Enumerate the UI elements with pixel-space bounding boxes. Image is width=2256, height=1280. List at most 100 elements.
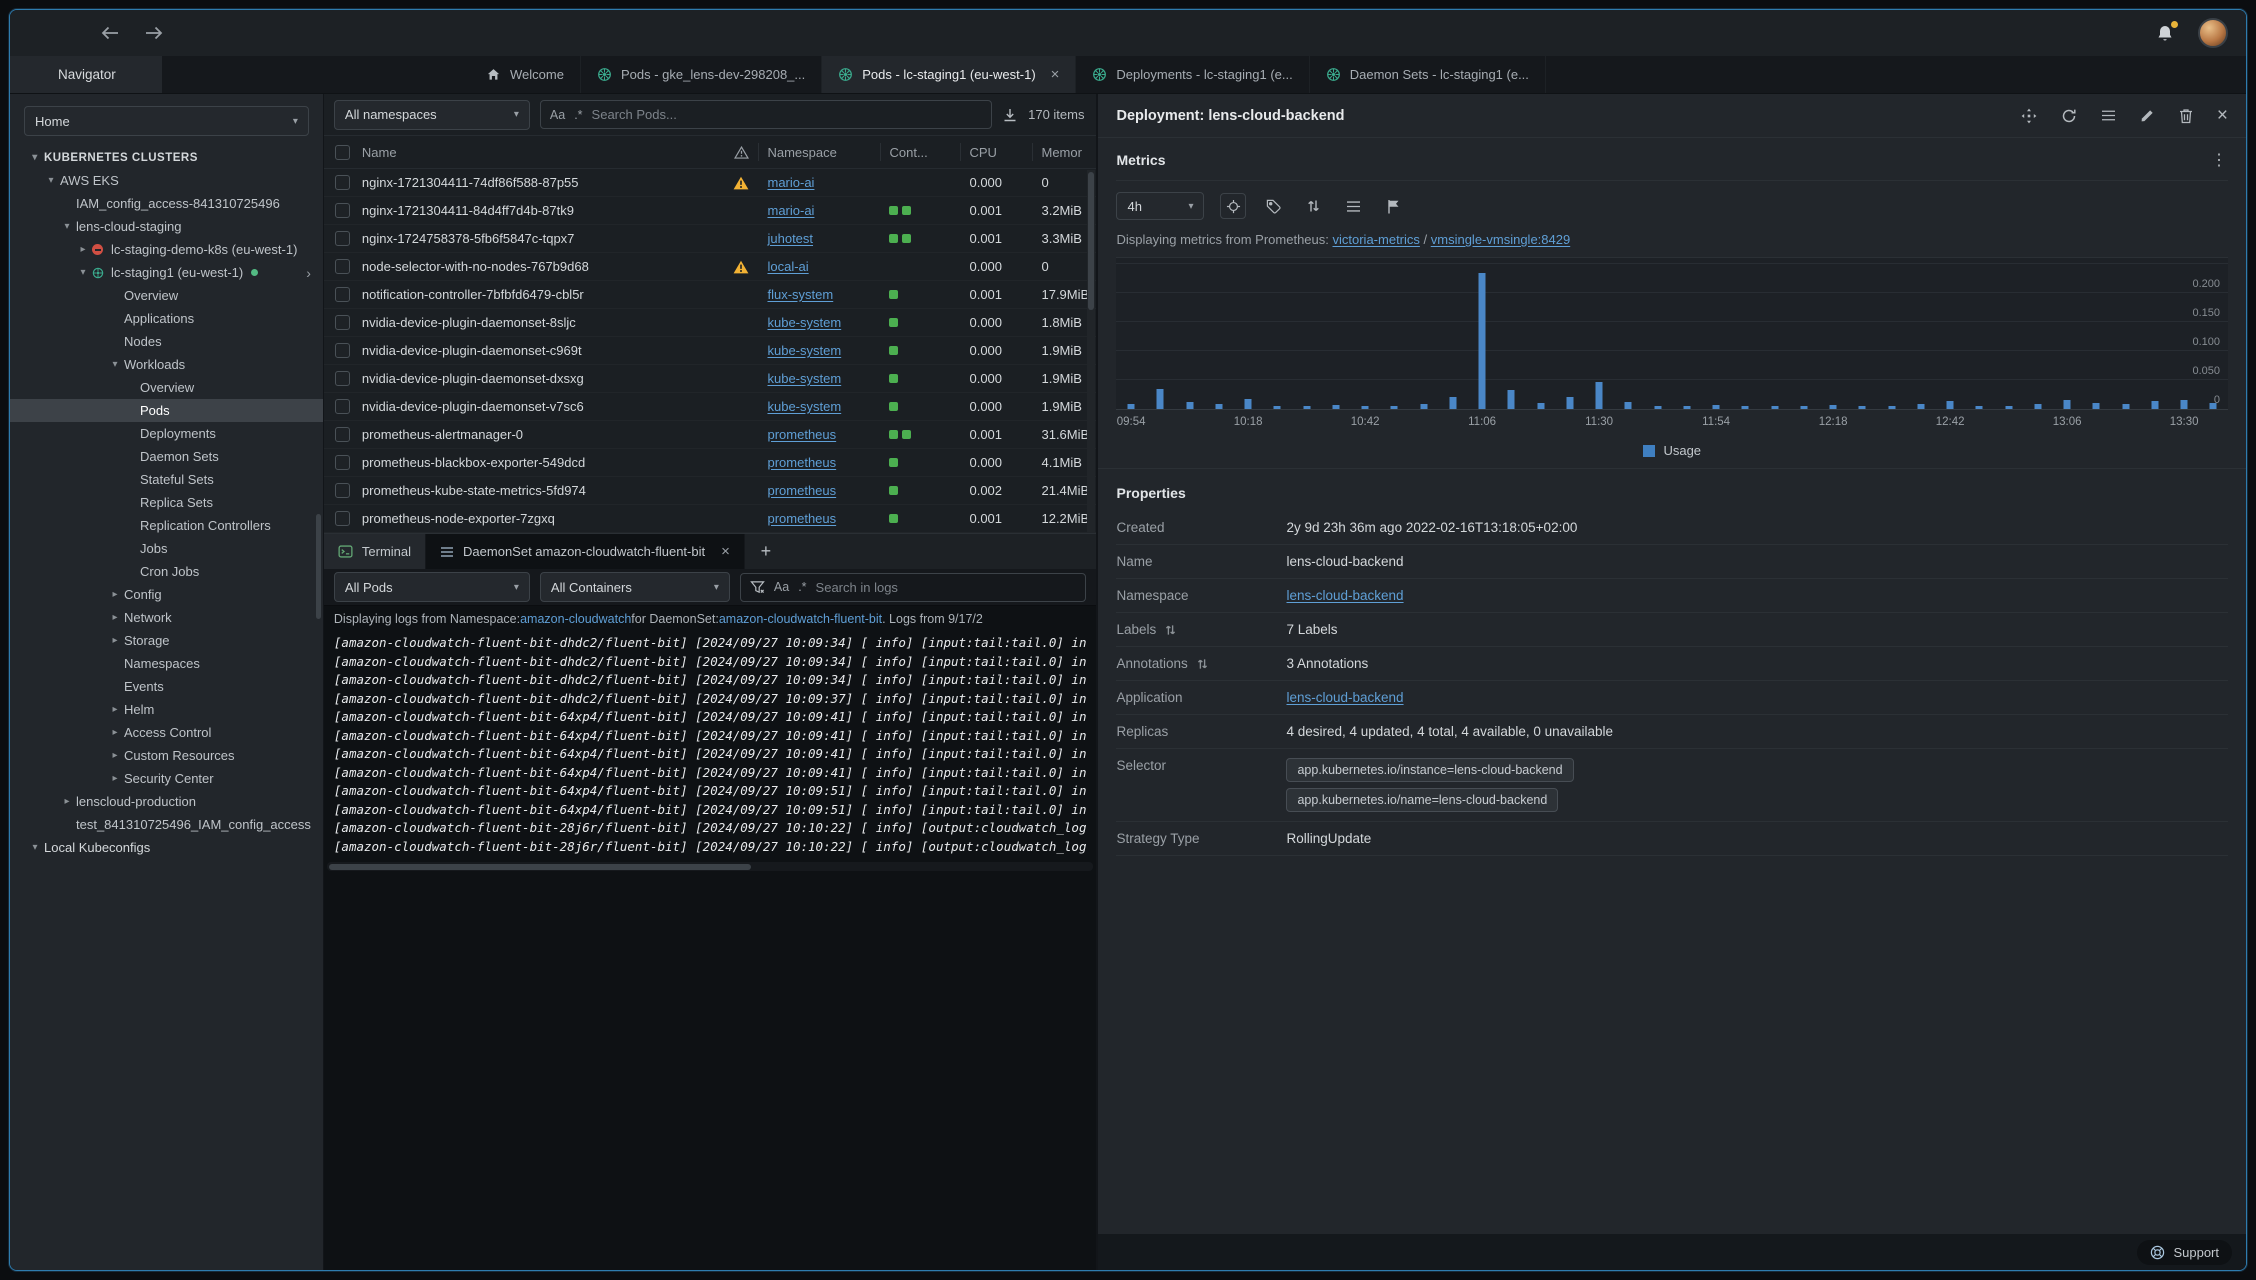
detach-panel-icon[interactable] bbox=[2021, 108, 2037, 124]
row-checkbox[interactable] bbox=[335, 371, 351, 386]
close-icon[interactable]: × bbox=[2217, 106, 2228, 125]
namespace-filter-select[interactable]: All namespaces ▾ bbox=[333, 99, 530, 130]
namespace-link[interactable]: kube-system bbox=[767, 399, 841, 414]
sidebar-item-kubernetes-clusters[interactable]: ▾ KUBERNETES CLUSTERS bbox=[10, 146, 323, 169]
sort-icon[interactable] bbox=[1197, 658, 1208, 670]
table-row[interactable]: node-selector-with-no-nodes-767b9d68 loca… bbox=[323, 253, 1097, 281]
column-namespace[interactable]: Namespace bbox=[758, 143, 880, 161]
table-row[interactable]: prometheus-node-exporter-7zgxq prometheus… bbox=[323, 505, 1097, 533]
kebab-menu-icon[interactable]: ⋮ bbox=[2211, 150, 2228, 170]
table-row[interactable]: nvidia-device-plugin-daemonset-v7sc6 kube… bbox=[323, 393, 1097, 421]
cpu-usage-chart[interactable]: 0.2500.2000.1500.1000.0500 bbox=[1116, 258, 2228, 410]
table-row[interactable]: nginx-1724758378-5fb6f5847c-tqpx7 juhotes… bbox=[323, 225, 1097, 253]
sidebar-item-pods[interactable]: Pods bbox=[10, 399, 323, 422]
sidebar-item-access-control[interactable]: ▸ Access Control bbox=[10, 721, 323, 744]
notifications-bell-icon[interactable] bbox=[2156, 20, 2178, 43]
namespace-link[interactable]: prometheus bbox=[767, 455, 836, 470]
tab-welcome[interactable]: Welcome bbox=[470, 56, 581, 93]
sidebar-item-security-center[interactable]: ▸ Security Center bbox=[10, 767, 323, 790]
user-avatar[interactable] bbox=[2198, 18, 2228, 48]
row-checkbox[interactable] bbox=[335, 231, 351, 246]
namespace-link[interactable]: kube-system bbox=[767, 371, 841, 386]
row-checkbox[interactable] bbox=[335, 287, 351, 302]
pod-filter-select[interactable]: All Pods ▾ bbox=[333, 572, 530, 602]
sidebar-item-aws-eks[interactable]: ▾ AWS EKS bbox=[10, 169, 323, 192]
refresh-icon[interactable] bbox=[2061, 108, 2077, 124]
namespace-link[interactable]: flux-system bbox=[767, 287, 833, 302]
sidebar-item-nodes[interactable]: Nodes bbox=[10, 330, 323, 353]
sidebar-item-cron-jobs[interactable]: Cron Jobs bbox=[10, 560, 323, 583]
table-row[interactable]: nginx-1721304411-74df86f588-87p55 mario-a… bbox=[323, 169, 1097, 197]
sidebar-item-lc-staging1-eu-west-1[interactable]: ▾ lc-staging1 (eu-west-1) › bbox=[10, 261, 323, 284]
regex-toggle[interactable]: .* bbox=[574, 108, 582, 122]
tab-daemon-sets-lc-staging1-e[interactable]: Daemon Sets - lc-staging1 (e... bbox=[1310, 56, 1546, 93]
sidebar-item-jobs[interactable]: Jobs bbox=[10, 537, 323, 560]
regex-toggle[interactable]: .* bbox=[798, 580, 806, 594]
log-output[interactable]: [amazon-cloudwatch-fluent-bit-dhdc2/flue… bbox=[324, 632, 1097, 860]
sidebar-item-storage[interactable]: ▸ Storage bbox=[10, 629, 323, 652]
column-containers[interactable]: Cont... bbox=[880, 143, 960, 161]
support-button[interactable]: Support bbox=[2137, 1239, 2232, 1265]
tab-pods-lc-staging1-eu-west-1[interactable]: Pods - lc-staging1 (eu-west-1) × bbox=[822, 56, 1077, 93]
sidebar-item-overview[interactable]: Overview bbox=[10, 376, 323, 399]
table-row[interactable]: prometheus-blackbox-exporter-549dcd prome… bbox=[323, 449, 1097, 477]
new-dock-tab-button[interactable]: + bbox=[745, 534, 787, 569]
namespace-link[interactable]: mario-ai bbox=[767, 175, 814, 190]
sidebar-item-local-kubeconfigs[interactable]: ▾ Local Kubeconfigs bbox=[10, 836, 323, 859]
table-row[interactable]: notification-controller-7bfbfd6479-cbl5r… bbox=[323, 281, 1097, 309]
sidebar-item-namespaces[interactable]: Namespaces bbox=[10, 652, 323, 675]
property-link[interactable]: lens-cloud-backend bbox=[1286, 588, 1403, 603]
sidebar-item-overview[interactable]: Overview bbox=[10, 284, 323, 307]
close-tab-icon[interactable]: × bbox=[1051, 67, 1060, 82]
table-row[interactable]: nvidia-device-plugin-daemonset-dxsxg kube… bbox=[323, 365, 1097, 393]
crosshair-icon[interactable] bbox=[1220, 193, 1247, 219]
namespace-link[interactable]: prometheus bbox=[767, 483, 836, 498]
container-filter-select[interactable]: All Containers ▾ bbox=[539, 572, 730, 602]
namespace-link[interactable]: amazon-cloudwatch bbox=[520, 612, 631, 626]
table-row[interactable]: nginx-1721304411-84d4ff7d4b-87tk9 mario-a… bbox=[323, 197, 1097, 225]
match-case-toggle[interactable]: Aa bbox=[550, 108, 565, 122]
sidebar-item-events[interactable]: Events bbox=[10, 675, 323, 698]
sidebar-item-lc-staging-demo-k8s-eu-west-1[interactable]: ▸ lc-staging-demo-k8s (eu-west-1) bbox=[10, 238, 323, 261]
row-checkbox[interactable] bbox=[335, 203, 351, 218]
close-tab-icon[interactable]: × bbox=[721, 543, 730, 560]
logs-horizontal-scrollbar[interactable] bbox=[326, 862, 1094, 871]
row-checkbox[interactable] bbox=[335, 483, 351, 498]
tab-pods-gke-lens-dev-298208[interactable]: Pods - gke_lens-dev-298208_... bbox=[581, 56, 823, 93]
prometheus-endpoint-link[interactable]: vmsingle-vmsingle:8429 bbox=[1431, 232, 1570, 247]
sidebar-item-lenscloud-production[interactable]: ▸ lenscloud-production bbox=[10, 790, 323, 813]
row-checkbox[interactable] bbox=[335, 259, 351, 274]
table-row[interactable]: prometheus-alertmanager-0 prometheus 0.001… bbox=[323, 421, 1097, 449]
select-all-checkbox[interactable] bbox=[335, 144, 351, 160]
namespace-link[interactable]: prometheus bbox=[767, 427, 836, 442]
filter-funnel-icon[interactable] bbox=[750, 580, 765, 594]
sort-icon[interactable] bbox=[1300, 193, 1326, 219]
download-icon[interactable] bbox=[1002, 107, 1018, 123]
sidebar-item-workloads[interactable]: ▾ Workloads bbox=[10, 353, 323, 376]
sidebar-item-lens-cloud-staging[interactable]: ▾ lens-cloud-staging bbox=[10, 215, 323, 238]
dock-tab-daemonset-amazon-cloudwatch-fluent-bit[interactable]: DaemonSet amazon-cloudwatch-fluent-bit × bbox=[426, 534, 745, 569]
namespace-link[interactable]: mario-ai bbox=[767, 203, 814, 218]
row-checkbox[interactable] bbox=[335, 455, 351, 470]
table-row[interactable]: nvidia-device-plugin-daemonset-c969t kube… bbox=[323, 337, 1097, 365]
table-row[interactable]: prometheus-kube-state-metrics-5fd974 prom… bbox=[323, 477, 1097, 505]
sidebar-item-deployments[interactable]: Deployments bbox=[10, 422, 323, 445]
column-name[interactable]: Name bbox=[362, 145, 725, 160]
sidebar-item-iam-config-access-841310725496[interactable]: IAM_config_access-841310725496 bbox=[10, 192, 323, 215]
namespace-link[interactable]: juhotest bbox=[767, 231, 813, 246]
table-row[interactable]: nvidia-device-plugin-daemonset-8sljc kube… bbox=[323, 309, 1097, 337]
sidebar-item-daemon-sets[interactable]: Daemon Sets bbox=[10, 445, 323, 468]
menu-lines-icon[interactable] bbox=[2101, 109, 2116, 122]
row-checkbox[interactable] bbox=[335, 343, 351, 358]
flag-icon[interactable] bbox=[1380, 193, 1406, 219]
row-checkbox[interactable] bbox=[335, 399, 351, 414]
sidebar-item-stateful-sets[interactable]: Stateful Sets bbox=[10, 468, 323, 491]
sidebar-item-config[interactable]: ▸ Config bbox=[10, 583, 323, 606]
sidebar-item-network[interactable]: ▸ Network bbox=[10, 606, 323, 629]
row-checkbox[interactable] bbox=[335, 175, 351, 190]
match-case-toggle[interactable]: Aa bbox=[774, 580, 789, 594]
pods-table-scrollbar[interactable] bbox=[1087, 170, 1096, 533]
sort-icon[interactable] bbox=[1165, 624, 1176, 636]
logs-search-input[interactable] bbox=[815, 579, 1077, 595]
pods-search-input[interactable] bbox=[591, 107, 983, 122]
